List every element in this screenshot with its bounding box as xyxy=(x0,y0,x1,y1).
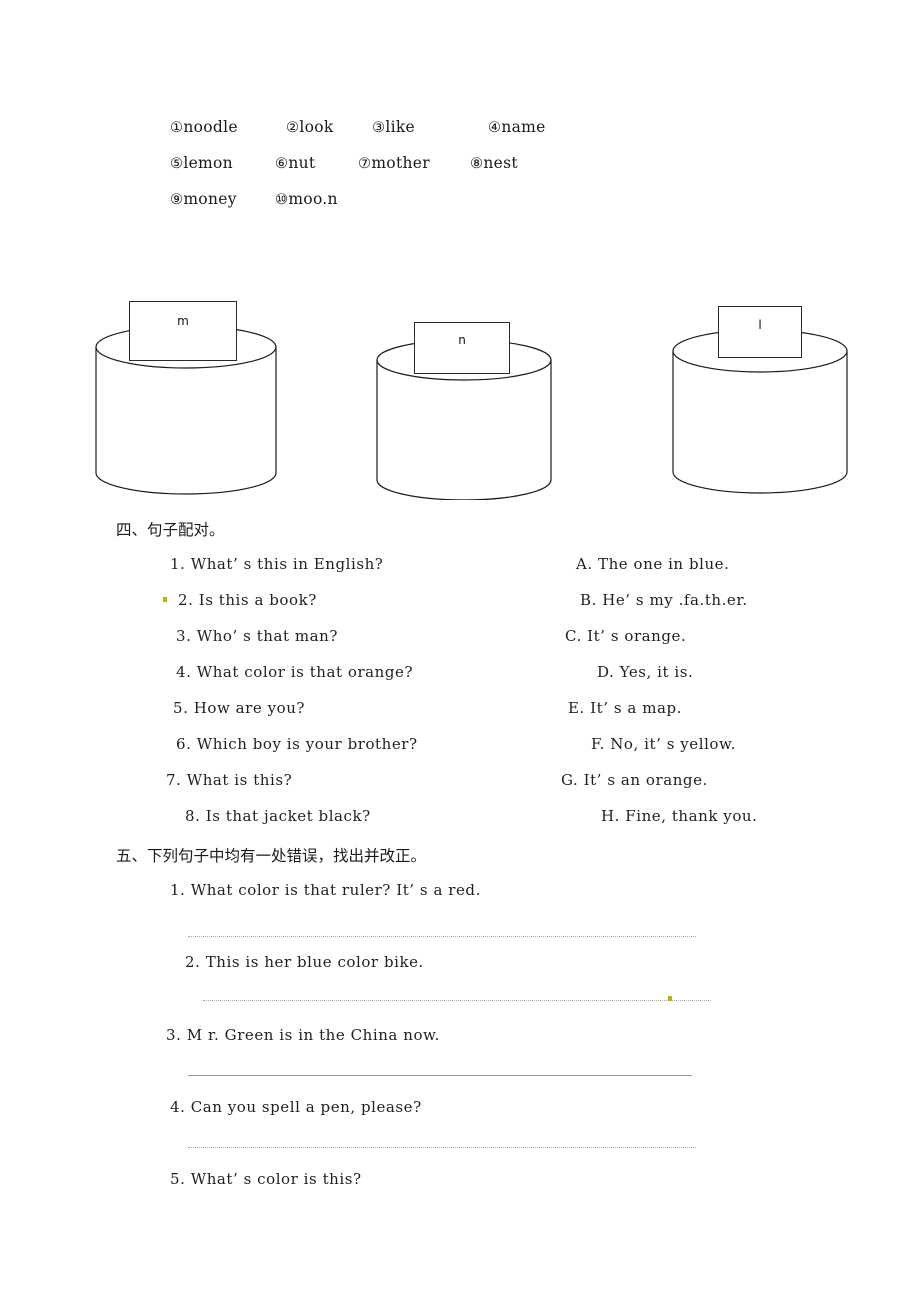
answer-rule-2 xyxy=(203,1000,711,1002)
answer-rule-4 xyxy=(188,1147,696,1149)
word-list-row: ⑨money ⑩moo.n xyxy=(170,190,790,226)
answer-rule-3 xyxy=(188,1075,692,1076)
matching-answer-g: G. It’ s an orange. xyxy=(561,771,708,789)
word-list-row: ①noodle ②look ③like ④name xyxy=(170,118,790,154)
circled-number: ④ xyxy=(488,120,502,136)
circled-number: ② xyxy=(286,120,300,136)
circled-number: ① xyxy=(170,120,184,136)
answer-rule-1 xyxy=(188,936,696,938)
scan-artifact-mark xyxy=(163,597,167,602)
cylinder-label-box-1: m xyxy=(129,301,237,361)
circled-number: ⑦ xyxy=(358,156,372,172)
cylinder-label-box-3: l xyxy=(718,306,802,358)
cylinder-diagram-3: l xyxy=(672,306,848,494)
section-five-heading: 五、下列句子中均有一处错误，找出并改正。 xyxy=(116,847,427,865)
matching-question-8: 8. Is that jacket black? xyxy=(185,807,371,825)
cylinder-diagram-1: m xyxy=(95,301,277,495)
word-text: money xyxy=(183,190,237,208)
scan-artifact-mark xyxy=(668,996,672,1001)
word-text: mother xyxy=(371,154,430,172)
matching-question-6: 6. Which boy is your brother? xyxy=(176,735,418,753)
matching-question-3: 3. Who’ s that man? xyxy=(176,627,338,645)
word-item: ⑩moo.n xyxy=(275,190,338,208)
cylinder-label-text: m xyxy=(177,314,189,328)
matching-question-1: 1. What’ s this in English? xyxy=(170,555,384,573)
circled-number: ③ xyxy=(372,120,386,136)
word-list-row: ⑤lemon ⑥nut ⑦mother ⑧nest xyxy=(170,154,790,190)
circled-number: ⑨ xyxy=(170,192,184,208)
word-text: moo.n xyxy=(288,190,338,208)
correction-item-4: 4. Can you spell a pen, please? xyxy=(170,1098,422,1116)
section-four-heading: 四、句子配对。 xyxy=(116,521,225,539)
word-list: ①noodle ②look ③like ④name ⑤lemon ⑥nut ⑦m… xyxy=(170,118,790,226)
matching-answer-b: B. He’ s my .fa.th.er. xyxy=(580,591,748,609)
cylinder-label-text: l xyxy=(758,318,762,332)
word-item: ③like xyxy=(372,118,415,136)
circled-number: ⑥ xyxy=(275,156,289,172)
circled-number: ⑤ xyxy=(170,156,184,172)
matching-answer-d: D. Yes, it is. xyxy=(597,663,694,681)
correction-item-5: 5. What’ s color is this? xyxy=(170,1170,362,1188)
circled-number: ⑧ xyxy=(470,156,484,172)
word-item: ①noodle xyxy=(170,118,238,136)
matching-answer-c: C. It’ s orange. xyxy=(565,627,687,645)
circled-number: ⑩ xyxy=(275,192,289,208)
word-text: noodle xyxy=(183,118,238,136)
correction-item-2: 2. This is her blue color bike. xyxy=(185,953,424,971)
correction-item-1: 1. What color is that ruler? It’ s a red… xyxy=(170,881,481,899)
cylinder-label-text: n xyxy=(458,333,466,347)
word-item: ⑥nut xyxy=(275,154,315,172)
worksheet-page: ①noodle ②look ③like ④name ⑤lemon ⑥nut ⑦m… xyxy=(0,0,920,1302)
word-item: ⑤lemon xyxy=(170,154,233,172)
word-text: look xyxy=(299,118,334,136)
matching-question-4: 4. What color is that orange? xyxy=(176,663,414,681)
correction-item-3: 3. M r. Green is in the China now. xyxy=(166,1026,440,1044)
word-text: nut xyxy=(288,154,316,172)
word-item: ⑦mother xyxy=(358,154,430,172)
matching-question-7: 7. What is this? xyxy=(166,771,293,789)
word-item: ⑨money xyxy=(170,190,237,208)
matching-question-5: 5. How are you? xyxy=(173,699,306,717)
word-item: ⑧nest xyxy=(470,154,518,172)
matching-question-2: 2. Is this a book? xyxy=(178,591,317,609)
matching-answer-f: F. No, it’ s yellow. xyxy=(591,735,736,753)
cylinder-label-box-2: n xyxy=(414,322,510,374)
matching-answer-h: H. Fine, thank you. xyxy=(601,807,758,825)
word-item: ④name xyxy=(488,118,546,136)
word-text: lemon xyxy=(183,154,233,172)
word-text: nest xyxy=(483,154,518,172)
matching-answer-e: E. It’ s a map. xyxy=(568,699,682,717)
matching-answer-a: A. The one in blue. xyxy=(576,555,730,573)
word-text: like xyxy=(385,118,415,136)
word-item: ②look xyxy=(286,118,334,136)
cylinder-diagram-2: n xyxy=(376,322,552,500)
word-text: name xyxy=(501,118,546,136)
